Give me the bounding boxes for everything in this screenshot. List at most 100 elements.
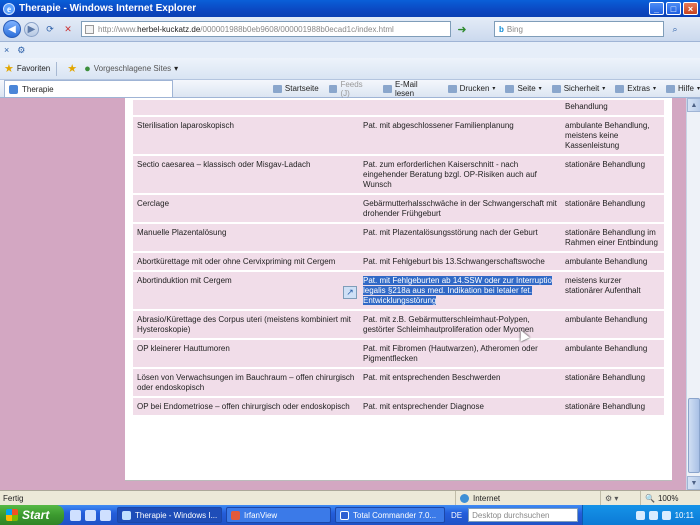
table-cell-text: stationäre Behandlung [565,199,646,208]
start-button[interactable]: Start [0,505,64,525]
go-icon[interactable]: ➜ [454,21,470,37]
quick-launch-icon[interactable] [100,509,111,521]
command-list: Startseite Feeds (J) E-Mail lesen Drucken ▾ S… [272,80,700,98]
favorites-button[interactable]: Favoriten [17,64,50,73]
refresh-icon[interactable]: ⟳ [43,22,57,36]
taskbar-item-label: IrfanView [244,510,278,520]
table-row: Abortinduktion mit Cergem Pat. mit Fehlge… [133,270,664,310]
command-feeds-j[interactable]: Feeds (J) [328,80,374,98]
scroll-up-arrow[interactable]: ▲ [687,98,700,112]
clock[interactable]: 10:11 [675,511,694,520]
table-cell: stationäre Behandlung [561,367,664,397]
table-cell-text: Pat. zum erforderlichen Kaiserschnitt - … [363,160,537,189]
search-icon[interactable] [635,510,645,520]
table-cell-text: Abortkürettage mit oder ohne Cervixprimi… [137,257,336,266]
url-input[interactable]: http://www. herbel-kuckatz.de/000001988b0… [81,21,451,37]
table-cell: OP kleinerer Hauttumoren [133,338,359,368]
vertical-scrollbar[interactable]: ▲ ▼ [686,98,700,490]
table-cell: Pat. mit entsprechenden Beschwerden [359,367,561,397]
add-favorite-icon[interactable]: ★ [67,62,77,75]
dropdown-arrow-icon[interactable]: ▾ [653,85,656,92]
dropdown-arrow-icon[interactable]: ▾ [539,85,542,92]
status-text: Fertig [3,493,24,503]
back-button[interactable]: ◀ [3,20,21,38]
suggested-sites-icon: ● [84,62,91,75]
command-hilfe[interactable]: Hilfe ▾ [665,80,700,98]
command-icon [615,84,625,93]
table-row: Abortkürettage mit oder ohne Cervixprimi… [133,251,664,271]
dropdown-arrow-icon[interactable]: ▾ [602,85,605,92]
table-cell-text: Sectio caesarea – klassisch oder Misgav-… [137,160,311,169]
table-cell: ambulante Behandlung [561,309,664,339]
table-cell-text: stationäre Behandlung im Rahmen einer En… [565,228,658,247]
table-cell: Pat. mit z.B. Gebärmutterschleimhaut-Pol… [359,309,561,339]
table-row: Manuelle Plazentalösung Pat. mit Plazenta… [133,222,664,252]
total-commander-icon [340,510,349,520]
command-e-mail-lesen[interactable]: E-Mail lesen [383,80,437,98]
table-cell: Gebärmutterhalsschwäche in der Schwanger… [359,193,561,223]
table-cell-text: Pat. mit abgeschlossener Familienplanung [363,121,514,130]
window-title-bar[interactable]: e Therapie - Windows Internet Explorer _… [0,0,700,17]
command-sicherheit[interactable]: Sicherheit ▾ [551,80,605,98]
zone-label: Internet [473,493,501,503]
minimize-button[interactable]: _ [649,2,664,15]
therapy-table: Behandlung Sterilisation laparoskopisch P… [133,98,664,415]
table-cell-text: Abrasio/Kürettage des Corpus uteri (meis… [137,315,351,334]
quick-launch-icon[interactable] [85,509,96,521]
close-button[interactable]: × [683,2,698,15]
command-label: Sicherheit [563,84,600,93]
suggested-sites-button[interactable]: Vorgeschlagene Sites [94,64,171,73]
volume-icon[interactable] [661,510,671,520]
table-cell: Cerclage [133,193,359,223]
command-bar: Therapie Startseite Feeds (J) E-Mail lesen… [0,80,700,98]
suggested-sites-arrow[interactable]: ▾ [174,64,178,73]
maximize-button[interactable]: □ [666,2,681,15]
security-zone[interactable]: Internet [455,491,600,505]
table-cell: meistens kurzer stationärer Aufenthalt [561,270,664,310]
command-extras[interactable]: Extras ▾ [615,80,656,98]
table-row: Abrasio/Kürettage des Corpus uteri (meis… [133,309,664,339]
quick-launch-icon[interactable] [70,509,81,521]
globe-icon [460,493,469,503]
table-cell-text: meistens kurzer stationärer Aufenthalt [565,276,641,295]
page-viewport: Behandlung Sterilisation laparoskopisch P… [0,98,686,490]
table-row: Sterilisation laparoskopisch Pat. mit abg… [133,115,664,155]
taskbar-item-therapie[interactable]: Therapie - Windows I... [117,507,222,523]
taskbar-item-total-commander[interactable]: Total Commander 7.0... [335,507,445,523]
table-cell: Manuelle Plazentalösung [133,222,359,252]
favorites-star-icon: ★ [4,63,14,75]
table-cell-text: stationäre Behandlung [565,160,646,169]
tray-icon[interactable] [648,510,658,520]
page-icon [85,24,94,34]
language-indicator[interactable]: DE [451,511,462,520]
forward-button[interactable]: ▶ [24,21,39,37]
table-cell-text: Pat. mit z.B. Gebärmutterschleimhaut-Pol… [363,315,534,334]
search-input[interactable]: b Bing [494,21,664,37]
table-cell: Abortkürettage mit oder ohne Cervixprimi… [133,251,359,271]
zoom-control[interactable]: 🔍 100% [640,491,700,505]
table-cell: stationäre Behandlung im Rahmen einer En… [561,222,664,252]
table-cell: Pat. zum erforderlichen Kaiserschnitt - … [359,154,561,194]
address-bar: ◀ ▶ ⟳ ✕ http://www. herbel-kuckatz.de/000… [0,17,700,42]
tab-therapie[interactable]: Therapie [4,80,173,97]
command-drucken[interactable]: Drucken ▾ [447,80,495,98]
table-row: Behandlung [133,98,664,116]
taskbar-item-irfanview[interactable]: IrfanView [226,507,331,523]
desktop-search-input[interactable]: Desktop durchsuchen [468,508,579,522]
table-cell-text: Sterilisation laparoskopisch [137,121,234,130]
search-icon[interactable]: ⌕ [668,22,682,36]
command-startseite[interactable]: Startseite [272,80,319,98]
accelerator-icon[interactable]: ↗ [343,286,357,299]
tools-icon[interactable]: ⚙ [17,45,25,56]
command-label: Hilfe [677,84,694,93]
close-toolbar-icon[interactable]: × [4,45,9,55]
table-cell: stationäre Behandlung [561,193,664,223]
command-label: E-Mail lesen [394,79,418,98]
stop-icon[interactable]: ✕ [61,22,75,36]
scroll-thumb[interactable] [688,398,700,473]
scroll-down-arrow[interactable]: ▼ [687,476,700,490]
dropdown-arrow-icon[interactable]: ▾ [492,85,495,92]
protected-mode-icon[interactable]: ⚙ ▾ [600,491,640,505]
command-seite[interactable]: Seite ▾ [505,80,542,98]
table-cell: Pat. mit Fehlgeburt bis 13.Schwangerscha… [359,251,561,271]
